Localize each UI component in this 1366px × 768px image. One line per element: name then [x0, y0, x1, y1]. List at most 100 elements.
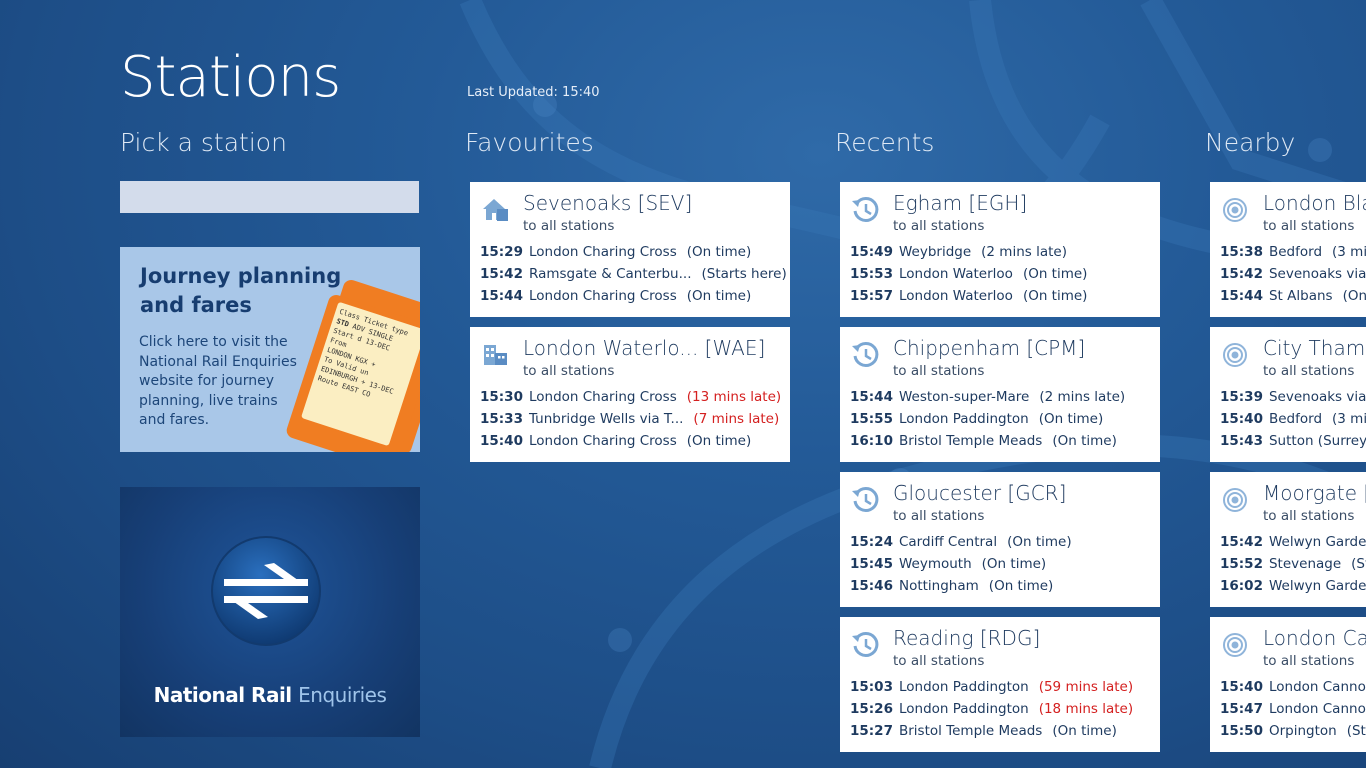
departure-row: 15:40 Bedford (3 min [1220, 408, 1366, 430]
departure-status: (On time) [1052, 433, 1117, 449]
departure-destination: Welwyn Garden [1268, 534, 1366, 550]
departure-status: (On time) [1038, 411, 1104, 427]
departure-time: 15:47 [1220, 701, 1263, 717]
departures-list: 15:40 London Cannon 15:47 London Cannon 15:5… [1220, 676, 1366, 742]
departures-list: 15:29 London Charing Cross (On time) 15:42 R… [480, 241, 790, 307]
departure-status: (On time) [1052, 723, 1117, 739]
departure-destination: Sevenoaks via C [1268, 266, 1366, 282]
departure-status: (3 min [1332, 244, 1366, 260]
departure-row: 15:40 London Charing Cross (On time) [480, 430, 790, 452]
departure-row: 15:39 Sevenoaks via C [1220, 386, 1366, 408]
history-icon [852, 486, 879, 512]
journey-tile-title: Journey planning and fares [140, 264, 342, 317]
station-name: London Bla [1263, 191, 1366, 215]
departure-row: 15:45 Weymouth (On time) [850, 553, 1160, 575]
station-subtitle: to all stations [1263, 508, 1355, 524]
departure-row: 16:02 Welwyn Garden [1220, 575, 1366, 597]
location-icon [1223, 198, 1247, 222]
departure-row: 15:40 London Cannon [1220, 676, 1366, 698]
departure-row: 15:27 Bristol Temple Meads (On time) [850, 720, 1160, 742]
departure-status: (3 min [1332, 411, 1366, 427]
recent-card[interactable]: Gloucester [GCR] to all stations 15:24 Ca… [840, 472, 1160, 607]
recent-card[interactable]: Chippenham [CPM] to all stations 15:44 We… [840, 327, 1160, 462]
nearby-card[interactable]: Moorgate [ to all stations 15:42 Welwyn G… [1210, 472, 1366, 607]
station-name: London Ca [1263, 626, 1366, 650]
station-subtitle: to all stations [893, 218, 985, 234]
location-icon [1223, 488, 1247, 512]
departure-status: (Sta [1351, 556, 1366, 572]
departure-time: 15:46 [850, 578, 893, 594]
departure-destination: Bristol Temple Meads [898, 433, 1043, 449]
departure-row: 15:30 London Charing Cross (13 mins late) [480, 386, 790, 408]
station-name: Reading [RDG] [893, 626, 1041, 650]
departure-destination: London Paddington [898, 701, 1029, 717]
departure-time: 15:49 [850, 244, 893, 260]
departures-list: 15:39Sevenoaks via C15:40Bedford(3 min15… [1220, 386, 1366, 452]
departure-destination: Bristol Temple Meads [898, 723, 1043, 739]
departure-destination: Tunbridge Wells via T... [528, 411, 684, 427]
departure-time: 15:42 [1220, 534, 1263, 550]
departure-time: 15:42 [1220, 266, 1263, 282]
station-search-input[interactable] [120, 181, 419, 213]
departure-destination: London Charing Cross [528, 433, 677, 449]
departure-status: (On time) [1022, 266, 1088, 282]
departure-row: 15:42 Ramsgate & Canterbu... (Starts here) [480, 263, 790, 285]
departure-status: (Starts here) [701, 266, 787, 282]
departure-time: 15:43 [1220, 433, 1263, 449]
nearby-card[interactable]: London Bla to all stations 15:38 Bedford (… [1210, 182, 1366, 317]
departure-row: 15:57 London Waterloo (On time) [850, 285, 1160, 307]
station-name: Chippenham [CPM] [893, 336, 1086, 360]
departure-destination: London Paddington [898, 411, 1029, 427]
departure-row: 15:29 London Charing Cross (On time) [480, 241, 790, 263]
departure-destination: Sevenoaks via C [1268, 389, 1366, 405]
recent-card[interactable]: Egham [EGH] to all stations 15:49 Weybrid… [840, 182, 1160, 317]
station-subtitle: to all stations [893, 363, 985, 379]
nearby-card[interactable]: London Ca to all stations 15:40 London Ca… [1210, 617, 1366, 752]
departure-time: 15:42 [480, 266, 523, 282]
departure-time: 15:39 [1220, 389, 1263, 405]
departure-destination: London Waterloo [898, 288, 1013, 304]
departure-status: (18 mins late) [1038, 701, 1134, 717]
departure-row: 16:10 Bristol Temple Meads (On time) [850, 430, 1160, 452]
departure-time: 15:44 [1220, 288, 1263, 304]
departure-row: 15:52 Stevenage (Sta [1220, 553, 1366, 575]
departure-time: 15:53 [850, 266, 893, 282]
national-rail-logo-icon [211, 536, 321, 646]
departure-destination: Orpington [1268, 723, 1337, 739]
departure-time: 15:45 [850, 556, 893, 572]
departure-time: 15:40 [1220, 411, 1263, 427]
station-subtitle: to all stations [1263, 363, 1355, 379]
nearby-card[interactable]: City Thame to all stations 15:39 Sevenoak… [1210, 327, 1366, 462]
departure-destination: London Waterloo [898, 266, 1013, 282]
station-subtitle: to all stations [1263, 653, 1355, 669]
recent-card[interactable]: Reading [RDG] to all stations 15:03 Londo… [840, 617, 1160, 752]
departure-row: 15:46 Nottingham (On time) [850, 575, 1160, 597]
station-subtitle: to all stations [893, 508, 985, 524]
favourite-card[interactable]: Sevenoaks [SEV] to all stations 15:29 Lon… [470, 182, 790, 317]
departure-destination: London Paddington [898, 679, 1029, 695]
station-name: Egham [EGH] [893, 191, 1028, 215]
station-subtitle: to all stations [523, 218, 615, 234]
departures-list: 15:42 Welwyn Garden 15:52 Stevenage (Sta 16:0… [1220, 531, 1366, 597]
departure-time: 15:55 [850, 411, 893, 427]
departure-time: 15:27 [850, 723, 893, 739]
nre-brand-bold: National Rail [153, 683, 293, 707]
departure-row: 15:26 London Paddington (18 mins late) [850, 698, 1160, 720]
departure-destination: London Charing Cross [528, 389, 677, 405]
departure-time: 15:33 [480, 411, 523, 427]
departure-row: 15:43 Sutton (Surrey) [1220, 430, 1366, 452]
departure-status: (59 mins late) [1038, 679, 1134, 695]
departures-list: 15:30 London Charing Cross (13 mins late) 1… [480, 386, 790, 452]
departure-row: 15:33 Tunbridge Wells via T... (7 mins lat… [480, 408, 790, 430]
station-name: London Waterlo... [WAE] [523, 336, 766, 360]
departure-destination: London Cannon [1268, 679, 1366, 695]
national-rail-enquiries-tile[interactable]: National Rail Enquiries [120, 487, 420, 737]
station-name: Sevenoaks [SEV] [523, 191, 693, 215]
departures-list: 15:49 Weybridge (2 mins late) 15:53 London W… [850, 241, 1160, 307]
journey-planning-tile[interactable]: Journey planning and fares Click here to… [120, 247, 420, 452]
section-title-favourites: Favourites [465, 128, 594, 157]
station-subtitle: to all stations [893, 653, 985, 669]
departure-time: 15:30 [480, 389, 523, 405]
departure-row: 15:42 Sevenoaks via C [1220, 263, 1366, 285]
favourite-card[interactable]: London Waterlo... [WAE] to all stations … [470, 327, 790, 462]
